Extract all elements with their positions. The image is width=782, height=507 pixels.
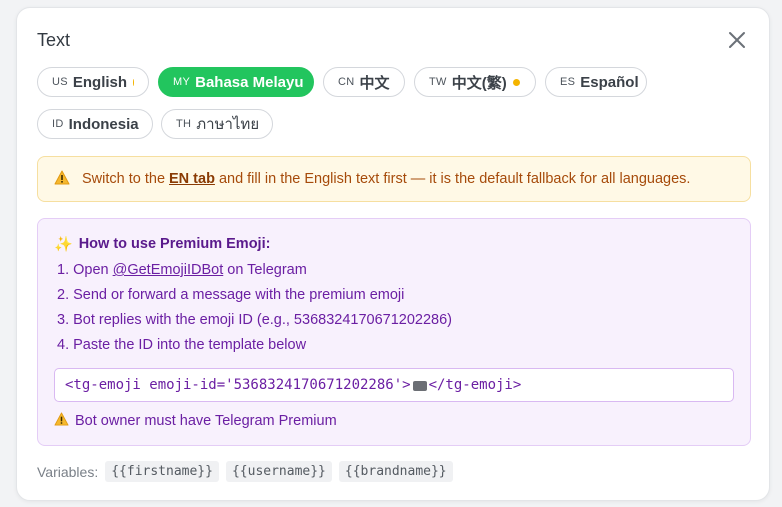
emoji-template-code[interactable]: <tg-emoji emoji-id='5368324170671202286'… xyxy=(54,368,734,402)
help-heading-text: How to use Premium Emoji: xyxy=(78,236,271,252)
tab-code: TH xyxy=(176,118,192,130)
step-1-suffix: on Telegram xyxy=(227,262,307,278)
variable-chip-brandname[interactable]: {{brandname}} xyxy=(338,461,453,482)
tab-bahasa-melayu[interactable]: MY Bahasa Melayu xyxy=(158,67,314,97)
tab-code: ES xyxy=(560,76,576,88)
keyboard-icon xyxy=(412,381,427,391)
tab-label: English xyxy=(72,73,128,91)
tab-english[interactable]: US English xyxy=(37,67,149,97)
en-tab-link[interactable]: EN tab xyxy=(169,171,215,187)
tab-chinese-traditional[interactable]: TW 中文(繁) xyxy=(414,67,536,97)
tab-label: Bahasa Melayu xyxy=(195,73,304,91)
sparkle-icon: ✨ xyxy=(54,236,73,253)
step-4: 4. Paste the ID into the template below xyxy=(57,337,307,353)
tab-label: Indonesia xyxy=(68,115,139,133)
tab-chinese[interactable]: CN 中文 xyxy=(323,67,405,97)
tab-label: ภาษาไทย xyxy=(196,116,260,133)
warning-prefix: Switch to the xyxy=(82,171,166,187)
emoji-bot-link[interactable]: @GetEmojiIDBot xyxy=(113,262,224,278)
tab-espanol[interactable]: ES Español xyxy=(545,67,647,97)
warning-icon xyxy=(54,170,70,189)
step-1: 1. Open @GetEmojiIDBot on Telegram xyxy=(57,262,307,278)
tab-indonesia[interactable]: ID Indonesia xyxy=(37,109,153,139)
code-close-tag: </tg-emoji> xyxy=(428,377,522,393)
help-heading: ✨ How to use Premium Emoji: xyxy=(54,235,270,253)
tab-label: Español xyxy=(580,73,639,91)
tab-label: 中文(繁) xyxy=(451,74,507,92)
close-icon[interactable] xyxy=(727,30,747,50)
step-3: 3. Bot replies with the emoji ID (e.g., … xyxy=(57,312,452,328)
tab-code: US xyxy=(52,76,68,88)
tab-code: TW xyxy=(429,76,447,88)
panel-title: Text xyxy=(37,30,71,50)
warning-suffix: and fill in the English text first — it … xyxy=(218,171,691,187)
tab-code: ID xyxy=(52,118,64,130)
status-dot xyxy=(133,78,134,86)
step-2: 2. Send or forward a message with the pr… xyxy=(57,287,405,303)
tab-code: MY xyxy=(173,76,191,88)
premium-emoji-help: ✨ How to use Premium Emoji: 1. Open @Get… xyxy=(37,218,751,446)
status-dot xyxy=(512,78,520,86)
tab-thai[interactable]: TH ภาษาไทย xyxy=(161,109,273,139)
tab-code: CN xyxy=(338,76,355,88)
variables-label: Variables: xyxy=(37,463,99,480)
step-1-prefix: 1. Open xyxy=(57,262,109,278)
variables-row: Variables: {{firstname}} {{username}} {{… xyxy=(37,461,453,482)
code-open-tag: <tg-emoji emoji-id='5368324170671202286'… xyxy=(65,377,411,393)
fallback-warning: Switch to the EN tab and fill in the Eng… xyxy=(37,156,751,202)
tab-label: 中文 xyxy=(359,74,390,92)
variable-chip-username[interactable]: {{username}} xyxy=(225,461,332,482)
variable-chip-firstname[interactable]: {{firstname}} xyxy=(105,461,219,482)
warning-icon xyxy=(54,412,69,430)
text-panel: Text US English MY Bahasa Melayu CN 中文 T… xyxy=(16,7,770,501)
owner-note: Bot owner must have Telegram Premium xyxy=(54,412,337,430)
owner-note-text: Bot owner must have Telegram Premium xyxy=(75,413,337,429)
